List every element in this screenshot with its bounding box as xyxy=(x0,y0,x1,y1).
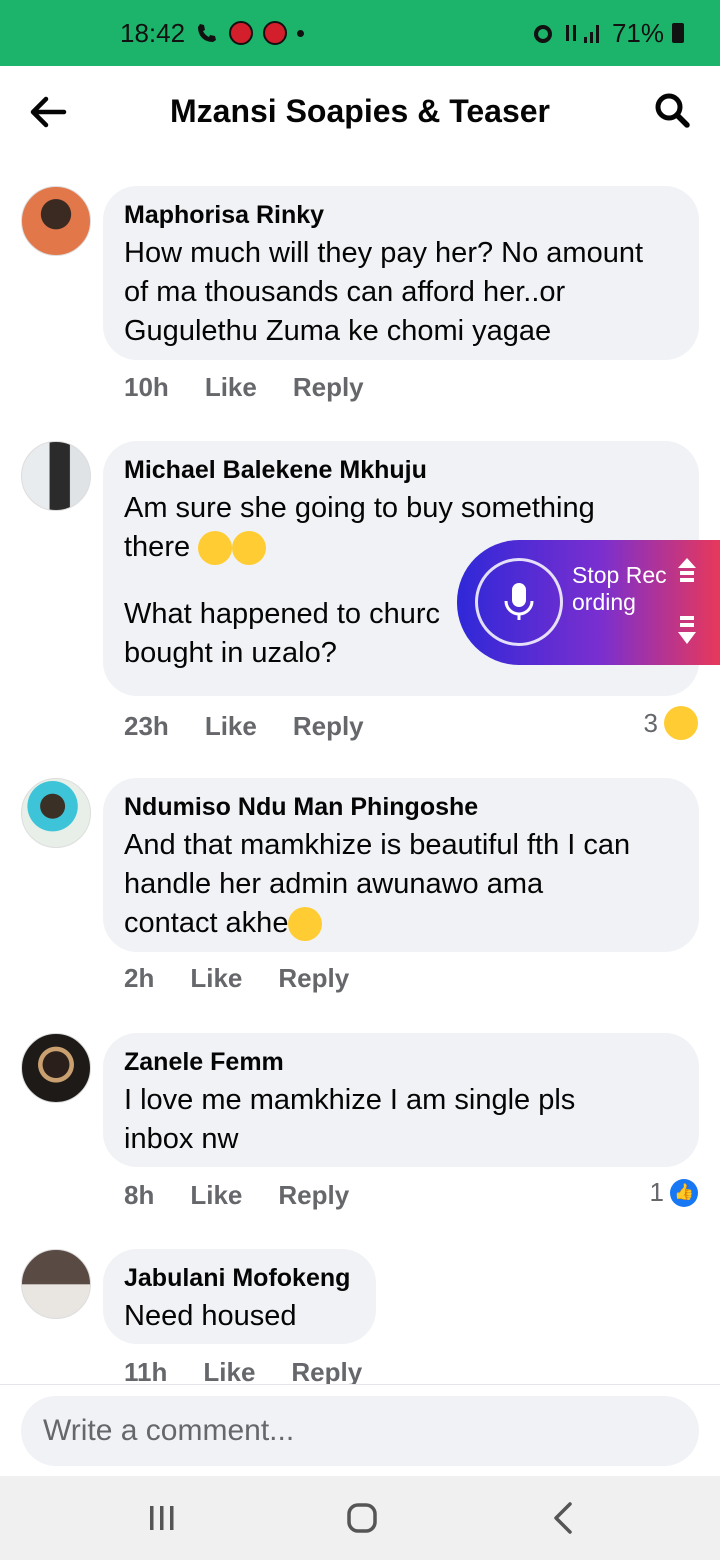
comment-actions: 23h Like Reply xyxy=(124,711,364,742)
back-arrow-icon[interactable] xyxy=(26,90,70,134)
like-button[interactable]: Like xyxy=(190,963,242,994)
status-bar: 18:42 71% xyxy=(0,0,720,66)
like-button[interactable]: Like xyxy=(190,1180,242,1211)
recent-apps-icon[interactable] xyxy=(142,1498,182,1538)
comment-author[interactable]: Ndumiso Ndu Man Phingoshe xyxy=(124,792,677,822)
comment-bubble: Maphorisa Rinky How much will they pay h… xyxy=(103,186,699,360)
comment-time[interactable]: 23h xyxy=(124,711,169,742)
comment-text: Need housed xyxy=(124,1300,297,1332)
reply-button[interactable]: Reply xyxy=(278,1180,349,1211)
avatar[interactable] xyxy=(21,778,91,848)
battery-percent: 71% xyxy=(611,17,664,48)
reply-button[interactable]: Reply xyxy=(293,711,364,742)
page-title: Mzansi Soapies & Teaser xyxy=(170,92,550,129)
signal-icon xyxy=(565,25,599,43)
home-icon[interactable] xyxy=(342,1498,382,1538)
comment-bubble: Jabulani Mofokeng Need housed xyxy=(103,1249,376,1344)
comment-composer: Write a comment... xyxy=(0,1384,720,1476)
comment-actions: 10h Like Reply xyxy=(124,372,364,403)
reply-button[interactable]: Reply xyxy=(293,372,364,403)
search-icon[interactable] xyxy=(652,90,692,130)
reply-button[interactable]: Reply xyxy=(278,963,349,994)
comment-actions: 11h Like Reply xyxy=(124,1357,362,1384)
comment-author[interactable]: Zanele Femm xyxy=(124,1047,677,1077)
stop-recording-button[interactable] xyxy=(475,558,563,646)
stop-recording-widget[interactable]: Stop Recording xyxy=(457,540,720,665)
comment-item: Jabulani Mofokeng Need housed 11h Like R… xyxy=(0,1249,720,1384)
reply-button[interactable]: Reply xyxy=(291,1357,362,1384)
status-time: 18:42 xyxy=(120,17,186,48)
app-notification-icon xyxy=(229,21,254,45)
avatar[interactable] xyxy=(21,441,91,511)
reaction-summary[interactable]: 1 👍 xyxy=(650,1177,698,1208)
comment-item: Ndumiso Ndu Man Phingoshe And that mamkh… xyxy=(0,778,720,1008)
comments-list: Maphorisa Rinky How much will they pay h… xyxy=(0,156,720,1384)
comment-bubble: Ndumiso Ndu Man Phingoshe And that mamkh… xyxy=(103,778,699,952)
more-notifications-dot-icon xyxy=(297,29,305,37)
winking-tongue-emoji-icon xyxy=(198,531,233,566)
top-app-bar: Mzansi Soapies & Teaser xyxy=(0,66,720,156)
comment-bubble: Zanele Femm I love me mamkhize I am sing… xyxy=(103,1033,699,1167)
reaction-count: 3 xyxy=(643,707,658,738)
comment-time[interactable]: 10h xyxy=(124,372,169,403)
comment-author[interactable]: Michael Balekene Mkhuju xyxy=(124,455,677,485)
back-icon[interactable] xyxy=(544,1498,584,1538)
battery-icon xyxy=(672,23,684,43)
comment-author[interactable]: Maphorisa Rinky xyxy=(124,200,677,230)
comment-text: How much will they pay her? No amount of… xyxy=(124,237,644,347)
avatar[interactable] xyxy=(21,1033,91,1103)
comment-actions: 2h Like Reply xyxy=(124,963,349,994)
comment-item: Maphorisa Rinky How much will they pay h… xyxy=(0,186,720,416)
phone-call-icon xyxy=(198,24,217,42)
comment-time[interactable]: 8h xyxy=(124,1180,154,1211)
system-navigation-bar xyxy=(0,1476,720,1560)
comment-time[interactable]: 2h xyxy=(124,963,154,994)
comment-item: Zanele Femm I love me mamkhize I am sing… xyxy=(0,1033,720,1228)
comment-actions: 8h Like Reply xyxy=(124,1180,349,1211)
app-notification-icon xyxy=(263,21,288,45)
comment-time[interactable]: 11h xyxy=(124,1357,167,1384)
drag-handle-icon[interactable] xyxy=(675,556,699,646)
thinking-emoji-icon xyxy=(288,907,323,942)
comment-input[interactable]: Write a comment... xyxy=(21,1396,699,1466)
alarm-icon xyxy=(533,25,552,43)
comment-text: And that mamkhize is beautiful fth I can… xyxy=(124,826,677,943)
avatar[interactable] xyxy=(21,1249,91,1319)
reaction-count: 1 xyxy=(649,1177,664,1207)
comment-text-line: And that mamkhize is beautiful fth I can… xyxy=(124,829,631,939)
reaction-summary[interactable]: 3 xyxy=(644,706,698,740)
comment-text: I love me mamkhize I am single pls inbox… xyxy=(124,1084,576,1155)
laughing-reaction-icon xyxy=(664,706,698,740)
avatar[interactable] xyxy=(21,186,91,256)
comment-author[interactable]: Jabulani Mofokeng xyxy=(124,1263,354,1293)
like-button[interactable]: Like xyxy=(203,1357,255,1384)
like-reaction-icon: 👍 xyxy=(670,1178,698,1207)
like-button[interactable]: Like xyxy=(205,372,257,403)
like-button[interactable]: Like xyxy=(205,711,257,742)
microphone-icon xyxy=(504,583,534,620)
winking-tongue-emoji-icon xyxy=(232,531,267,566)
stop-recording-label: Stop Recording xyxy=(572,562,667,615)
